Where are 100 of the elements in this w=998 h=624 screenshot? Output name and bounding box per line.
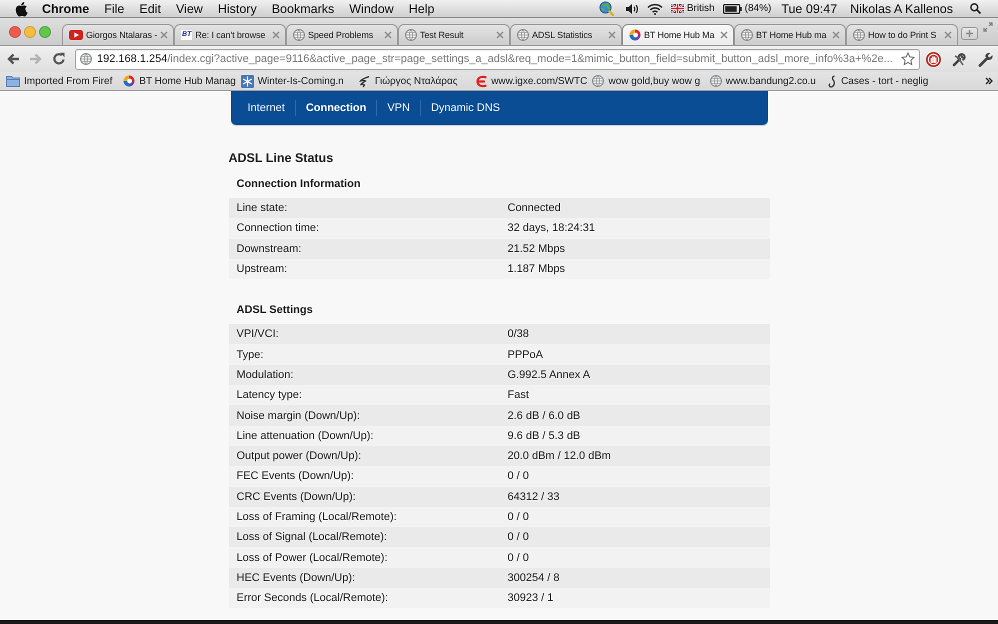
field-value: 21.52 Mbps <box>508 242 565 255</box>
field-label: FEC Events (Down/Up): <box>236 470 355 482</box>
field-value: 300254 / 8 <box>508 572 560 584</box>
field-value: 2.6 dB / 6.0 dB <box>508 410 580 422</box>
menu-item[interactable]: Help <box>408 0 434 16</box>
apple-icon[interactable] <box>14 0 28 16</box>
nav-tab[interactable]: Dynamic DNS <box>420 100 510 116</box>
globe-magnifier-icon[interactable] <box>598 1 614 16</box>
input-source-menu[interactable]: British <box>670 2 715 16</box>
close-icon[interactable] <box>832 31 840 39</box>
section-title: ADSL Settings <box>236 303 314 318</box>
field-value: 30923 / 1 <box>508 592 554 604</box>
bookmark-link[interactable]: Winter-Is-Coming.n <box>240 74 354 88</box>
close-icon[interactable] <box>160 31 168 39</box>
wifi-icon[interactable] <box>646 2 663 14</box>
browser-tab[interactable]: How to do Print S <box>846 24 958 45</box>
field-label: CRC Events (Down/Up): <box>236 490 357 503</box>
field-value: 32 days, 18:24:31 <box>508 222 595 234</box>
window-minimize-button[interactable] <box>24 26 36 38</box>
clock-menu[interactable]: Tue 09:47 <box>781 0 838 16</box>
field-label: Type: <box>236 348 264 361</box>
globe-icon <box>710 75 722 87</box>
bookmark-link[interactable]: wow gold,buy wow g <box>592 75 706 87</box>
menu-item[interactable]: File <box>104 0 124 16</box>
bookmark-link[interactable]: BT Home Hub Manag <box>123 75 237 87</box>
chevron-icon[interactable] <box>985 77 993 85</box>
tools-icon[interactable] <box>952 52 967 66</box>
app-menu[interactable]: Chrome <box>42 0 90 16</box>
nav-tab[interactable]: Connection <box>294 100 376 116</box>
field-value: 1.187 Mbps <box>508 263 565 276</box>
close-icon[interactable] <box>944 31 952 39</box>
field-label: Latency type: <box>236 389 303 402</box>
field-value: 0/38 <box>508 328 529 340</box>
menu-item[interactable]: History <box>218 0 257 16</box>
new-tab-button[interactable] <box>961 27 978 40</box>
address-field[interactable]: 192.168.1.254/index.cgi?active_page=9116&active_page_str=page_settings_a_adsl&req_mode=1&mimic_button_field=submit_button_adsl_more_info%3a+%2e... <box>75 48 920 70</box>
window-close-button[interactable] <box>9 26 21 38</box>
field-label: Error Seconds (Local/Remote): <box>236 592 390 604</box>
close-icon[interactable] <box>608 31 616 39</box>
field-label: Loss of Power (Local/Remote): <box>236 552 389 564</box>
reload-icon[interactable] <box>52 52 66 66</box>
curl-icon <box>827 74 838 88</box>
snowflake-icon <box>240 74 254 88</box>
close-icon[interactable] <box>384 31 392 39</box>
user-menu[interactable]: Nikolas A Kallenos <box>850 0 953 16</box>
menu-item[interactable]: Window <box>349 0 394 16</box>
field-value: 0 / 0 <box>508 552 529 564</box>
bookmark-link[interactable]: Imported From Firef <box>6 75 120 87</box>
star-icon[interactable] <box>901 52 915 66</box>
page-title: ADSL Line Status <box>228 150 334 166</box>
speaker-icon[interactable] <box>624 2 639 14</box>
search-icon[interactable] <box>970 3 981 14</box>
field-label: Loss of Signal (Local/Remote): <box>236 531 388 544</box>
field-label: Noise margin (Down/Up): <box>236 410 361 422</box>
back-icon[interactable] <box>6 52 20 66</box>
menu-item[interactable]: Bookmarks <box>272 0 334 16</box>
menu-item[interactable]: View <box>176 0 203 16</box>
nav-tab[interactable]: Internet <box>238 100 295 116</box>
globe-icon <box>592 75 604 87</box>
bookmark-link[interactable]: Γιώργος Νταλάρας <box>358 74 472 88</box>
globe-icon <box>517 29 529 41</box>
nav-tab[interactable]: VPN <box>376 100 420 116</box>
field-value: 64312 / 33 <box>508 490 560 503</box>
field-label: HEC Events (Down/Up): <box>236 572 356 584</box>
scribble-icon <box>358 74 371 88</box>
menu-item[interactable]: Edit <box>139 0 161 16</box>
bookmark-link[interactable]: www.bandung2.co.u <box>710 75 824 87</box>
browser-tab[interactable]: Giorgos Ntalaras - <box>62 24 174 45</box>
field-label: Output power (Down/Up): <box>236 450 362 462</box>
window-zoom-button[interactable] <box>39 26 51 38</box>
stop-sign-icon[interactable] <box>926 52 941 66</box>
browser-tab[interactable]: BT Home Hub ma <box>734 24 846 45</box>
close-icon[interactable] <box>720 31 728 39</box>
swirl-icon <box>629 29 641 41</box>
bookmark-link[interactable]: Cases - tort - neglig <box>827 74 940 88</box>
browser-tab[interactable]: BT Home Hub Ma <box>622 24 734 45</box>
bookmark-link[interactable]: www.igxe.com/SWTC <box>475 74 588 88</box>
swirl-icon <box>123 75 136 87</box>
wrench-icon[interactable] <box>978 52 993 66</box>
field-value: 0 / 0 <box>508 511 529 523</box>
field-value: Fast <box>508 389 529 402</box>
plus-icon <box>966 30 973 37</box>
close-icon[interactable] <box>272 31 280 39</box>
expand-icon[interactable] <box>983 22 993 32</box>
field-value: PPPoA <box>508 348 543 361</box>
battery-icon <box>722 4 742 14</box>
logo-icon <box>475 74 488 88</box>
browser-tab[interactable]: Speed Problems <box>286 24 398 45</box>
battery-menu[interactable]: (84%) <box>722 2 772 16</box>
folder-icon <box>6 75 20 87</box>
field-label: Upstream: <box>236 263 288 276</box>
browser-tab[interactable]: ADSL Statistics <box>510 24 622 45</box>
browser-tab[interactable]: Test Result <box>398 24 510 45</box>
close-icon[interactable] <box>496 31 504 39</box>
field-value: Connected <box>508 202 561 214</box>
globe-icon <box>293 29 305 41</box>
globe-icon <box>853 29 865 41</box>
flag-icon <box>670 4 684 13</box>
field-value: 0 / 0 <box>508 531 529 544</box>
globe-icon <box>741 29 753 41</box>
